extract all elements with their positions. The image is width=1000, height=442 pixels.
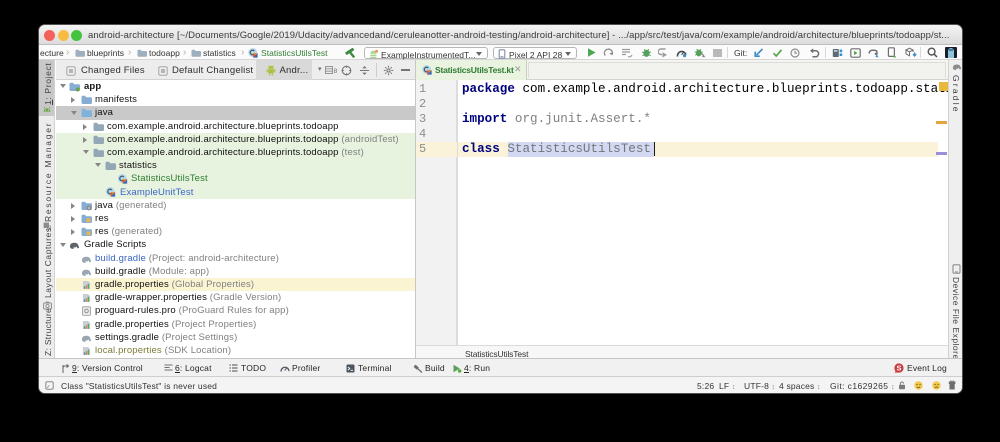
svg-text:8: 8 (334, 68, 337, 75)
svg-text:S: S (896, 364, 901, 373)
